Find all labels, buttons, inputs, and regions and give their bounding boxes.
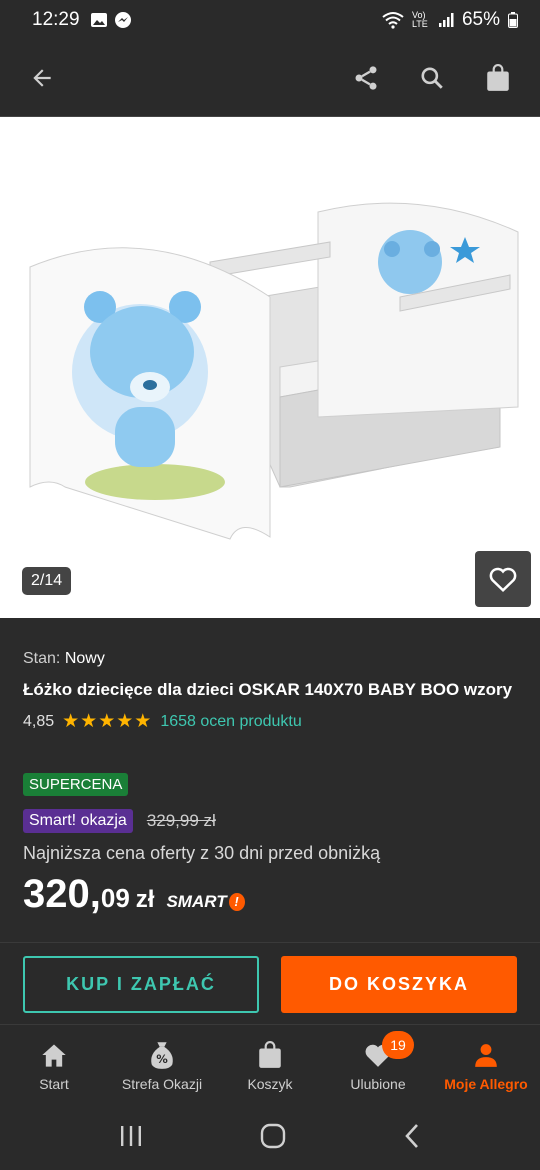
- status-bar: 12:29 Vo) LTE 65%: [0, 0, 540, 40]
- add-to-cart-button[interactable]: DO KOSZYKA: [281, 956, 517, 1013]
- app-bar: [0, 40, 540, 116]
- smart-okazja-badge: Smart! okazja: [23, 809, 133, 833]
- status-time: 12:29: [32, 9, 80, 30]
- image-counter: 2/14: [22, 567, 72, 595]
- search-button[interactable]: [410, 56, 454, 100]
- condition-row: Stan: Nowy: [23, 650, 517, 668]
- product-title: Łóżko dziecięce dla dzieci OSKAR 140X70 …: [23, 680, 513, 699]
- system-navigation-bar: [0, 1106, 540, 1170]
- product-image: [0, 157, 540, 597]
- nav-label-ulubione: Ulubione: [350, 1075, 406, 1092]
- rating-row[interactable]: 4,85 ★★★★★ 1658 ocen produktu: [23, 710, 517, 733]
- wifi-icon: [382, 12, 404, 29]
- signal-icon: [438, 13, 454, 27]
- battery-percent: 65%: [461, 9, 500, 30]
- network-type-label: Vo) LTE: [411, 10, 428, 29]
- smart-exclamation-icon: !: [228, 893, 245, 911]
- price-currency: zł: [135, 886, 155, 913]
- product-info: Stan: Nowy Łóżko dziecięce dla dzieci OS…: [0, 618, 540, 917]
- bottom-navigation: Start % Strefa Okazji Koszyk Ulubione 19…: [0, 1024, 540, 1106]
- nav-label-strefa-okazji: Strefa Okazji: [121, 1075, 203, 1092]
- nav-item-moje-allegro[interactable]: Moje Allegro: [432, 1025, 540, 1106]
- home-circle-icon: [260, 1123, 286, 1148]
- gallery-icon: [90, 13, 107, 27]
- rating-stars-icon: ★★★★★: [62, 711, 153, 732]
- favorite-button[interactable]: [475, 551, 531, 607]
- nav-item-start[interactable]: Start: [0, 1025, 108, 1106]
- home-system-button[interactable]: [260, 1123, 286, 1154]
- condition-value: Nowy: [64, 650, 105, 667]
- smart-offer-row: Smart! okazja 329,99 zł: [23, 809, 517, 833]
- condition-label: Stan:: [23, 650, 61, 667]
- shopping-bag-icon: [487, 64, 509, 91]
- back-button[interactable]: [20, 56, 64, 100]
- nav-label-moje-allegro: Moje Allegro: [444, 1075, 528, 1092]
- smart-logo-text: SMART: [166, 892, 227, 911]
- home-icon: [42, 1044, 66, 1067]
- person-icon: [475, 1043, 497, 1067]
- back-chevron-icon: [405, 1123, 419, 1148]
- nav-label-start: Start: [39, 1075, 69, 1092]
- battery-icon: [508, 12, 518, 28]
- nav-item-strefa-okazji[interactable]: % Strefa Okazji: [108, 1025, 216, 1106]
- reviews-link[interactable]: 1658 ocen produktu: [160, 713, 301, 731]
- action-bar: KUP I ZAPŁAĆ DO KOSZYKA: [0, 942, 540, 1024]
- messenger-icon: [114, 12, 131, 28]
- share-icon: [355, 66, 377, 90]
- favorites-count-badge: 19: [382, 1031, 414, 1059]
- percent-bag-icon: %: [151, 1041, 173, 1069]
- product-image-gallery[interactable]: 2/14: [0, 116, 540, 618]
- bag-icon: [259, 1040, 281, 1068]
- heart-outline-icon: [489, 567, 517, 592]
- lowest-price-note: Najniższa cena oferty z 30 dni przed obn…: [23, 843, 381, 863]
- recent-apps-button[interactable]: [119, 1125, 143, 1152]
- buy-now-button[interactable]: KUP I ZAPŁAĆ: [23, 956, 259, 1013]
- share-button[interactable]: [344, 56, 388, 100]
- recent-apps-icon: [120, 1125, 141, 1146]
- nav-item-ulubione[interactable]: Ulubione 19: [324, 1025, 432, 1106]
- search-icon: [421, 67, 443, 89]
- price-decimal: 09: [100, 883, 130, 913]
- price-integer: 320,: [23, 872, 101, 916]
- nav-item-koszyk[interactable]: Koszyk: [216, 1025, 324, 1106]
- back-arrow-icon: [33, 69, 51, 87]
- rating-value: 4,85: [23, 712, 55, 730]
- svg-text:%: %: [156, 1052, 168, 1066]
- status-notification-icons: [90, 11, 132, 29]
- back-system-button[interactable]: [403, 1123, 421, 1154]
- supercena-badge: SUPERCENA: [23, 773, 129, 796]
- cart-button[interactable]: [476, 56, 520, 100]
- old-price: 329,99 zł: [146, 811, 216, 830]
- nav-label-koszyk: Koszyk: [247, 1075, 293, 1092]
- smart-logo: SMART!: [166, 892, 245, 912]
- price-row: 320, 09 zł SMART!: [23, 872, 517, 917]
